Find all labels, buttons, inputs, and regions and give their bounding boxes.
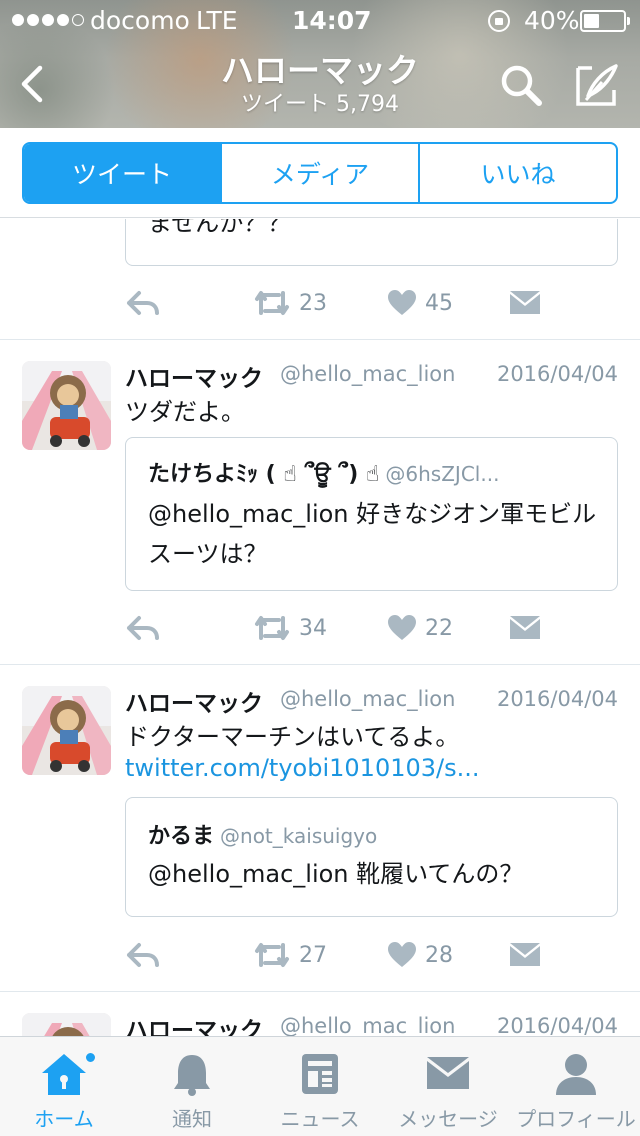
tweet-author-name[interactable]: ハローマック: [125, 1011, 263, 1036]
tweet-item[interactable]: ませんか？？ 23 45: [0, 219, 640, 340]
reply-button[interactable]: [125, 935, 161, 975]
nav-messages-label: メッセージ: [398, 1107, 498, 1131]
nav-notifications-label: 通知: [172, 1107, 212, 1131]
tab-likes[interactable]: いいね: [420, 144, 616, 202]
profile-header: docomo LTE 14:07 40% ハローマック ツイート 5,794: [0, 0, 640, 128]
direct-message-button[interactable]: [509, 935, 541, 975]
envelope-icon: [427, 1057, 469, 1089]
reply-button[interactable]: [125, 608, 161, 648]
like-button[interactable]: 22: [387, 608, 453, 648]
person-icon: [556, 1054, 596, 1095]
quoted-tweet-text: @hello_mac_lion 好きなジオン軍モビルスーツは？: [148, 500, 597, 568]
nav-home[interactable]: ホーム: [0, 1037, 128, 1136]
tweet-author-handle[interactable]: @hello_mac_lion: [280, 362, 455, 386]
heart-icon: [388, 942, 416, 967]
quoted-tweet[interactable]: ませんか？？: [125, 219, 618, 266]
tweet-item[interactable]: ハローマック @hello_mac_lion 2016/04/04 ドクターマー…: [0, 665, 640, 992]
retweet-icon: [255, 616, 289, 640]
tweet-author-handle[interactable]: @hello_mac_lion: [280, 1014, 455, 1036]
battery-fill: [584, 14, 599, 28]
direct-message-button[interactable]: [509, 283, 541, 323]
quoted-tweet-author-handle: @not_kaisuigyo: [220, 824, 378, 848]
tweet-item[interactable]: ハローマック @hello_mac_lion 2016/04/04 ツダだよ。 …: [0, 340, 640, 665]
avatar[interactable]: [22, 1013, 111, 1036]
tweet-date: 2016/04/04: [496, 687, 618, 711]
tweet-item[interactable]: ハローマック @hello_mac_lion 2016/04/04: [0, 992, 640, 1036]
nav-home-label: ホーム: [34, 1107, 94, 1131]
envelope-icon: [510, 943, 540, 966]
reply-icon: [127, 616, 159, 640]
tweet-actions: 23 45: [125, 283, 625, 323]
quoted-tweet-text: @hello_mac_lion 靴履いてんの？: [148, 860, 524, 888]
retweet-count: 27: [299, 942, 327, 968]
tweet-date: 2016/04/04: [496, 1014, 618, 1036]
profile-tabs: ツイート メディア いいね: [0, 128, 640, 218]
battery-percentage: 40%: [524, 6, 580, 35]
network-type: LTE: [196, 6, 238, 35]
reply-icon: [127, 291, 159, 315]
tweet-text: ドクターマーチンはいてるよ。: [125, 723, 460, 751]
envelope-icon: [510, 291, 540, 314]
search-icon[interactable]: [496, 60, 546, 110]
like-count: 22: [425, 615, 453, 641]
envelope-icon: [510, 616, 540, 639]
bottom-tab-bar: ホーム 通知 ニュース メッセージ プロフィール: [0, 1036, 640, 1136]
tab-tweets[interactable]: ツイート: [24, 144, 222, 202]
like-button[interactable]: 28: [387, 935, 453, 975]
quoted-tweet[interactable]: かるま @not_kaisuigyo @hello_mac_lion 靴履いてんの…: [125, 797, 618, 917]
carrier-label: docomo: [90, 6, 190, 35]
home-icon: [42, 1054, 86, 1095]
retweet-button[interactable]: 23: [253, 283, 327, 323]
nav-news[interactable]: ニュース: [256, 1037, 384, 1136]
battery-icon: [580, 10, 630, 32]
tweet-actions: 34 22: [125, 608, 625, 648]
avatar[interactable]: [22, 686, 111, 775]
quoted-tweet-author-name: かるま: [148, 824, 215, 849]
tweet-text: ツダだよ。: [125, 398, 245, 426]
retweet-button[interactable]: 27: [253, 935, 327, 975]
bell-icon: [174, 1055, 210, 1096]
nav-news-label: ニュース: [280, 1107, 360, 1131]
quoted-tweet-author: たけちよﾐｯ ( ☝ ՞ਊ ՞) ☝ @6hsZJCl...: [148, 456, 499, 488]
news-icon: [302, 1054, 338, 1094]
like-count: 45: [425, 290, 453, 316]
like-button[interactable]: 45: [387, 283, 453, 323]
new-content-indicator: [84, 1051, 97, 1064]
status-bar: docomo LTE 14:07 40%: [0, 0, 640, 40]
avatar[interactable]: [22, 361, 111, 450]
rotation-lock-icon: [488, 10, 510, 32]
tweet-author-name[interactable]: ハローマック: [125, 359, 263, 393]
tweet-link[interactable]: twitter.com/tyobi1010103/s...: [125, 754, 480, 782]
tweet-author-handle[interactable]: @hello_mac_lion: [280, 687, 455, 711]
like-count: 28: [425, 942, 453, 968]
status-time: 14:07: [292, 6, 372, 35]
tweet-date: 2016/04/04: [496, 362, 618, 386]
retweet-icon: [255, 291, 289, 315]
segmented-control: ツイート メディア いいね: [22, 142, 618, 204]
heart-icon: [388, 615, 416, 640]
tweet-feed[interactable]: ませんか？？ 23 45 ハローマック @hello_mac_lion 2016…: [0, 219, 640, 1036]
quoted-tweet-author-handle: @6hsZJCl...: [385, 462, 500, 486]
compose-icon[interactable]: [572, 60, 622, 110]
quoted-tweet-author-name: たけちよﾐｯ ( ☝ ՞ਊ ՞) ☝: [148, 462, 380, 487]
tab-media[interactable]: メディア: [222, 144, 420, 202]
heart-icon: [388, 290, 416, 315]
retweet-count: 34: [299, 615, 327, 641]
nav-profile[interactable]: プロフィール: [512, 1037, 640, 1136]
signal-strength-icon: [12, 14, 84, 26]
retweet-button[interactable]: 34: [253, 608, 327, 648]
retweet-count: 23: [299, 290, 327, 316]
nav-messages[interactable]: メッセージ: [384, 1037, 512, 1136]
retweet-icon: [255, 943, 289, 967]
reply-icon: [127, 943, 159, 967]
tweet-author-name[interactable]: ハローマック: [125, 684, 263, 718]
quoted-tweet-author: かるま @not_kaisuigyo: [148, 818, 377, 850]
direct-message-button[interactable]: [509, 608, 541, 648]
quoted-tweet[interactable]: たけちよﾐｯ ( ☝ ՞ਊ ՞) ☝ @6hsZJCl... @hello_mac…: [125, 437, 618, 591]
reply-button[interactable]: [125, 283, 161, 323]
tweet-actions: 27 28: [125, 935, 625, 975]
nav-notifications[interactable]: 通知: [128, 1037, 256, 1136]
nav-profile-label: プロフィール: [516, 1107, 636, 1131]
quoted-tweet-text: ませんか？？: [148, 219, 292, 237]
